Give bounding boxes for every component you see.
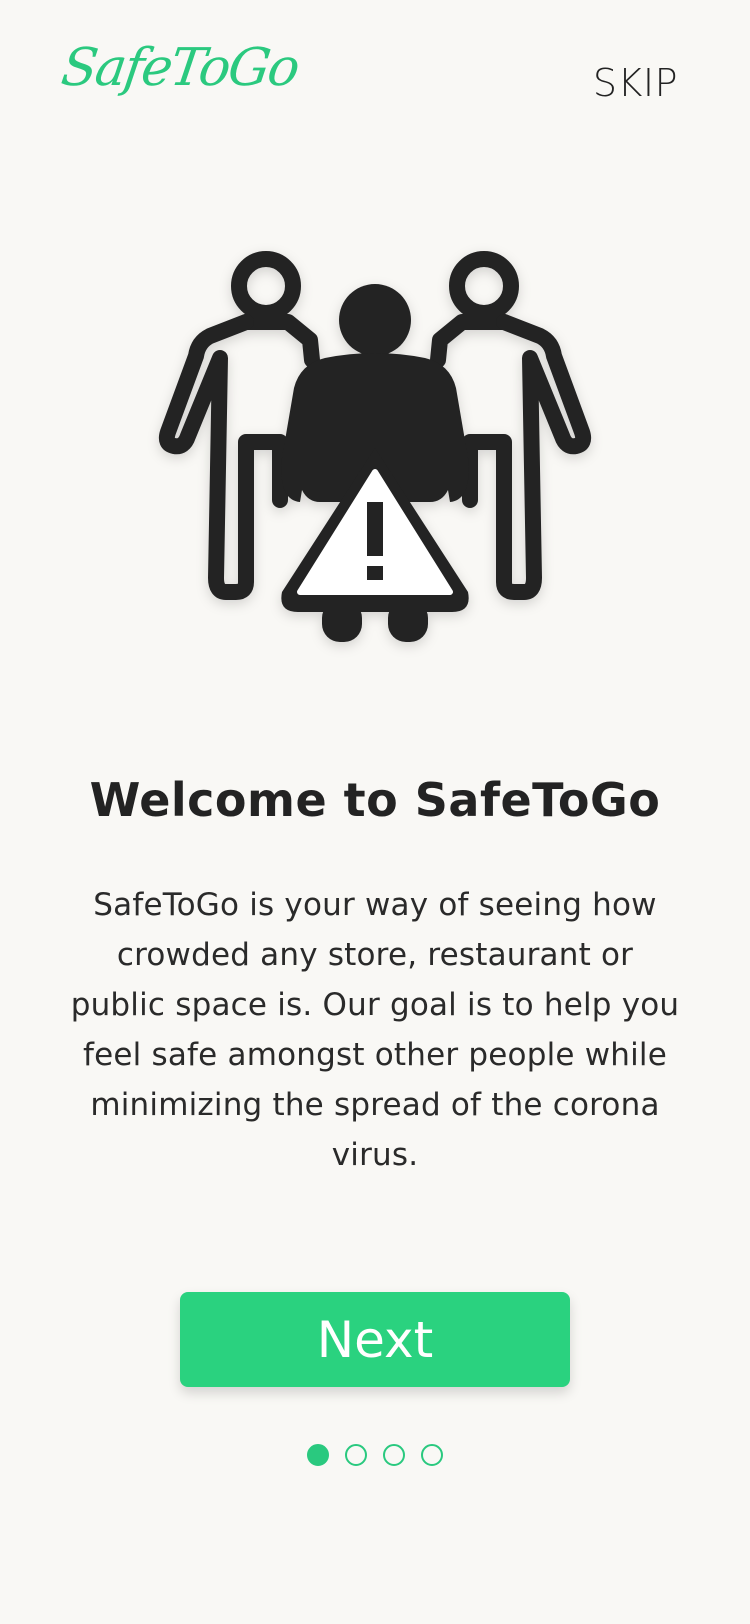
page-dot-4[interactable] [421,1444,443,1466]
page-title: Welcome to SafeToGo [89,773,661,827]
page-dot-2[interactable] [345,1444,367,1466]
page-dot-1[interactable] [307,1444,329,1466]
next-button[interactable]: Next [180,1292,570,1387]
page-dot-3[interactable] [383,1444,405,1466]
pagination-dots [0,1444,750,1470]
description-text: SafeToGo is your way of seeing how crowd… [70,887,680,1173]
app-logo: SafeToGo [57,38,302,98]
skip-button[interactable]: SKIP [593,64,678,102]
crowd-warning-icon [150,240,600,680]
